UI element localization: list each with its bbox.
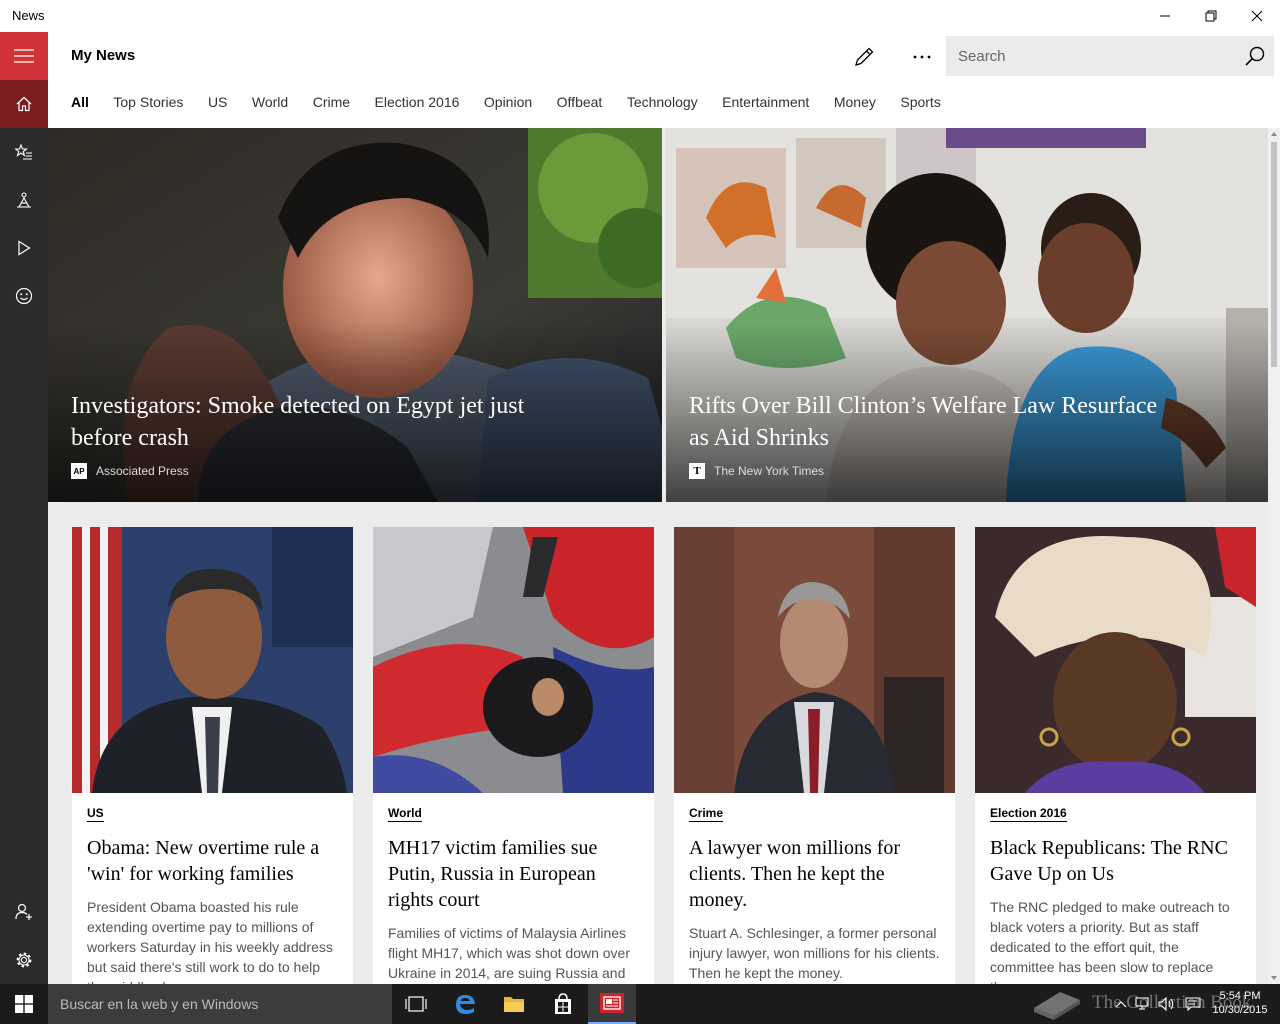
store-icon xyxy=(555,993,571,1014)
story-photo xyxy=(72,527,353,793)
close-icon xyxy=(1251,10,1263,22)
interests-icon xyxy=(17,192,31,208)
tab-offbeat[interactable]: Offbeat xyxy=(557,94,603,116)
more-icon xyxy=(913,55,931,59)
restore-icon xyxy=(1205,10,1217,22)
edge-icon xyxy=(456,995,475,1014)
story-card[interactable]: Crime A lawyer won millions for clients.… xyxy=(674,527,955,984)
restore-button[interactable] xyxy=(1188,0,1234,32)
window-title: News xyxy=(12,8,45,23)
story-category[interactable]: World xyxy=(388,806,422,822)
hamburger-button[interactable] xyxy=(0,32,48,80)
edit-button[interactable] xyxy=(847,40,881,74)
minimize-button[interactable] xyxy=(1142,0,1188,32)
story-card[interactable]: World MH17 victim families sue Putin, Ru… xyxy=(373,527,654,984)
taskbar-edge[interactable] xyxy=(441,984,489,1024)
nav-feedback[interactable] xyxy=(0,272,48,320)
story-photo xyxy=(373,527,654,793)
search-icon[interactable] xyxy=(1244,45,1266,67)
taskbar-file-explorer[interactable] xyxy=(490,984,538,1024)
watermark-text: The Collection Book xyxy=(1092,992,1252,1013)
close-button[interactable] xyxy=(1234,0,1280,32)
story-category[interactable]: Crime xyxy=(689,806,724,822)
nyt-logo-icon: T xyxy=(689,463,705,479)
tab-top-stories[interactable]: Top Stories xyxy=(113,94,183,116)
source-name: Associated Press xyxy=(96,464,189,478)
tab-entertainment[interactable]: Entertainment xyxy=(722,94,809,116)
story-summary: Families of victims of Malaysia Airlines… xyxy=(388,925,630,981)
taskbar-search-input[interactable] xyxy=(48,984,392,1024)
tab-technology[interactable]: Technology xyxy=(627,94,698,116)
story-photo xyxy=(674,527,955,793)
video-icon xyxy=(18,240,31,256)
category-tabs: All Top Stories US World Crime Election … xyxy=(71,94,965,116)
tab-election-2016[interactable]: Election 2016 xyxy=(375,94,460,116)
nav-rail xyxy=(0,32,48,984)
tab-opinion[interactable]: Opinion xyxy=(484,94,532,116)
search-input[interactable] xyxy=(946,36,1236,76)
nav-interests[interactable] xyxy=(0,128,48,176)
edit-icon xyxy=(855,47,874,66)
tab-sports[interactable]: Sports xyxy=(900,94,940,116)
more-button[interactable] xyxy=(905,40,939,74)
taskbar-search xyxy=(48,984,392,1024)
title-bar: News xyxy=(0,0,1280,32)
story-card[interactable]: Election 2016 Black Republicans: The RNC… xyxy=(975,527,1256,984)
page-title: My News xyxy=(71,47,136,64)
tab-us[interactable]: US xyxy=(208,94,227,116)
nav-settings[interactable] xyxy=(0,936,48,984)
scroll-up-icon[interactable] xyxy=(1268,128,1280,140)
ap-logo-icon: AP xyxy=(71,463,87,479)
minimize-icon xyxy=(1160,15,1170,17)
nav-video[interactable] xyxy=(0,224,48,272)
home-icon xyxy=(16,96,32,112)
hero-story[interactable]: Investigators: Smoke detected on Egypt j… xyxy=(48,128,662,502)
story-title[interactable]: Obama: New overtime rule a 'win' for wor… xyxy=(87,835,342,887)
nav-local[interactable] xyxy=(0,176,48,224)
taskbar-store[interactable] xyxy=(539,984,587,1024)
folder-icon xyxy=(504,997,524,1012)
taskbar-news-app[interactable] xyxy=(588,984,636,1024)
hamburger-icon xyxy=(14,49,34,63)
tab-world[interactable]: World xyxy=(252,94,288,116)
story-card[interactable]: US Obama: New overtime rule a 'win' for … xyxy=(72,527,353,984)
hero-story[interactable]: Rifts Over Bill Clinton’s Welfare Law Re… xyxy=(666,128,1268,502)
tab-all[interactable]: All xyxy=(71,94,89,116)
smiley-icon xyxy=(15,287,33,305)
star-list-icon xyxy=(15,144,32,160)
story-title[interactable]: Black Republicans: The RNC Gave Up on Us xyxy=(990,835,1245,887)
start-button[interactable] xyxy=(0,984,48,1024)
scroll-down-icon[interactable] xyxy=(1268,972,1280,984)
story-title[interactable]: MH17 victim families sue Putin, Russia i… xyxy=(388,835,643,913)
hero-source: T The New York Times xyxy=(689,463,824,479)
search-box xyxy=(946,36,1274,76)
windows-logo-icon xyxy=(15,995,33,1013)
story-summary: Stuart A. Schlesinger, a former personal… xyxy=(689,925,940,981)
hero-headline[interactable]: Rifts Over Bill Clinton’s Welfare Law Re… xyxy=(689,390,1159,454)
story-summary: The RNC pledged to make outreach to blac… xyxy=(990,899,1230,984)
task-view-button[interactable] xyxy=(392,984,440,1024)
story-category[interactable]: Election 2016 xyxy=(990,806,1067,822)
person-add-icon xyxy=(15,903,32,920)
nav-account[interactable] xyxy=(0,888,48,936)
hero-headline[interactable]: Investigators: Smoke detected on Egypt j… xyxy=(71,390,541,454)
story-photo xyxy=(975,527,1256,793)
news-app-icon xyxy=(600,993,624,1013)
nav-home[interactable] xyxy=(0,80,48,128)
book-icon xyxy=(1034,992,1080,1020)
watermark: The Collection Book xyxy=(1030,986,1270,1020)
tab-money[interactable]: Money xyxy=(834,94,876,116)
task-view-icon xyxy=(405,996,427,1012)
story-category[interactable]: US xyxy=(87,806,104,822)
feed-scrollbar[interactable] xyxy=(1268,128,1280,984)
scrollbar-thumb[interactable] xyxy=(1271,142,1277,367)
tab-crime[interactable]: Crime xyxy=(313,94,350,116)
news-feed: Investigators: Smoke detected on Egypt j… xyxy=(48,128,1268,984)
source-name: The New York Times xyxy=(714,464,825,478)
story-title[interactable]: A lawyer won millions for clients. Then … xyxy=(689,835,944,913)
hero-source: AP Associated Press xyxy=(71,463,189,479)
story-summary: President Obama boasted his rule extendi… xyxy=(87,899,333,984)
settings-icon xyxy=(16,952,32,968)
